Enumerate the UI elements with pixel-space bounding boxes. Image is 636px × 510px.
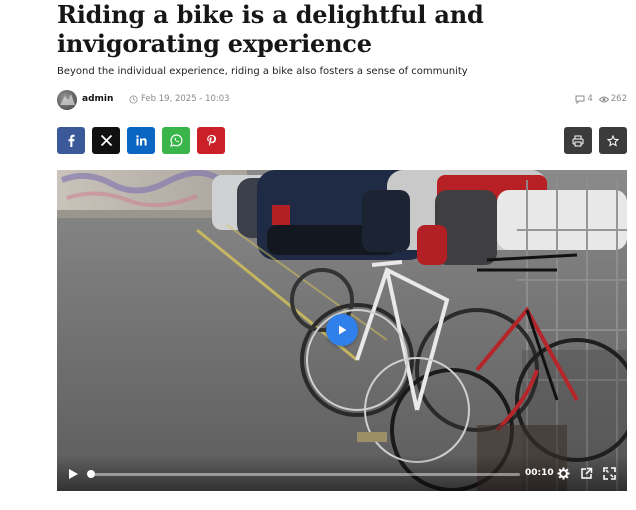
- video-player[interactable]: 00:10: [57, 170, 627, 491]
- fullscreen-icon[interactable]: [603, 467, 616, 480]
- star-icon: [607, 134, 619, 147]
- comment-count-text: 4: [587, 94, 593, 104]
- view-count: 262: [598, 94, 627, 104]
- print-icon: [572, 135, 584, 146]
- video-controls: 00:10: [57, 455, 627, 491]
- view-count-text: 262: [610, 94, 627, 104]
- article-meta: admin Feb 19, 2025 - 10:03 4 262: [57, 90, 627, 110]
- linkedin-icon: [135, 135, 147, 146]
- share-linkedin-button[interactable]: [127, 127, 155, 154]
- pinterest-icon: [206, 135, 216, 146]
- time-display: 00:10: [525, 468, 554, 478]
- whatsapp-icon: [169, 134, 182, 147]
- author-avatar[interactable]: [57, 90, 77, 110]
- play-icon: [339, 325, 347, 335]
- comment-count[interactable]: 4: [575, 94, 593, 104]
- print-button[interactable]: [564, 127, 592, 154]
- clock-icon: [129, 94, 138, 104]
- settings-gear-icon[interactable]: [557, 467, 570, 480]
- share-whatsapp-button[interactable]: [162, 127, 190, 154]
- article-tools: [564, 127, 627, 154]
- share-x-button[interactable]: [92, 127, 120, 154]
- play-overlay-button[interactable]: [326, 314, 358, 346]
- share-pinterest-button[interactable]: [197, 127, 225, 154]
- bookmark-button[interactable]: [599, 127, 627, 154]
- article-stats: 4 262: [575, 94, 627, 104]
- share-facebook-button[interactable]: [57, 127, 85, 154]
- play-icon[interactable]: [67, 468, 79, 480]
- popout-icon[interactable]: [580, 467, 593, 480]
- progress-handle[interactable]: [87, 470, 95, 478]
- eye-icon: [598, 96, 609, 102]
- date-text: Feb 19, 2025 - 10:03: [141, 94, 230, 104]
- share-bar: [57, 127, 225, 154]
- facebook-icon: [68, 134, 75, 147]
- x-icon: [100, 134, 112, 147]
- progress-bar[interactable]: [87, 470, 520, 478]
- comment-icon: [575, 95, 585, 104]
- author-name[interactable]: admin: [82, 94, 113, 104]
- article-subtitle: Beyond the individual experience, riding…: [57, 66, 468, 77]
- article-title: Riding a bike is a delightful and invigo…: [57, 0, 484, 58]
- publish-date: Feb 19, 2025 - 10:03: [129, 94, 230, 104]
